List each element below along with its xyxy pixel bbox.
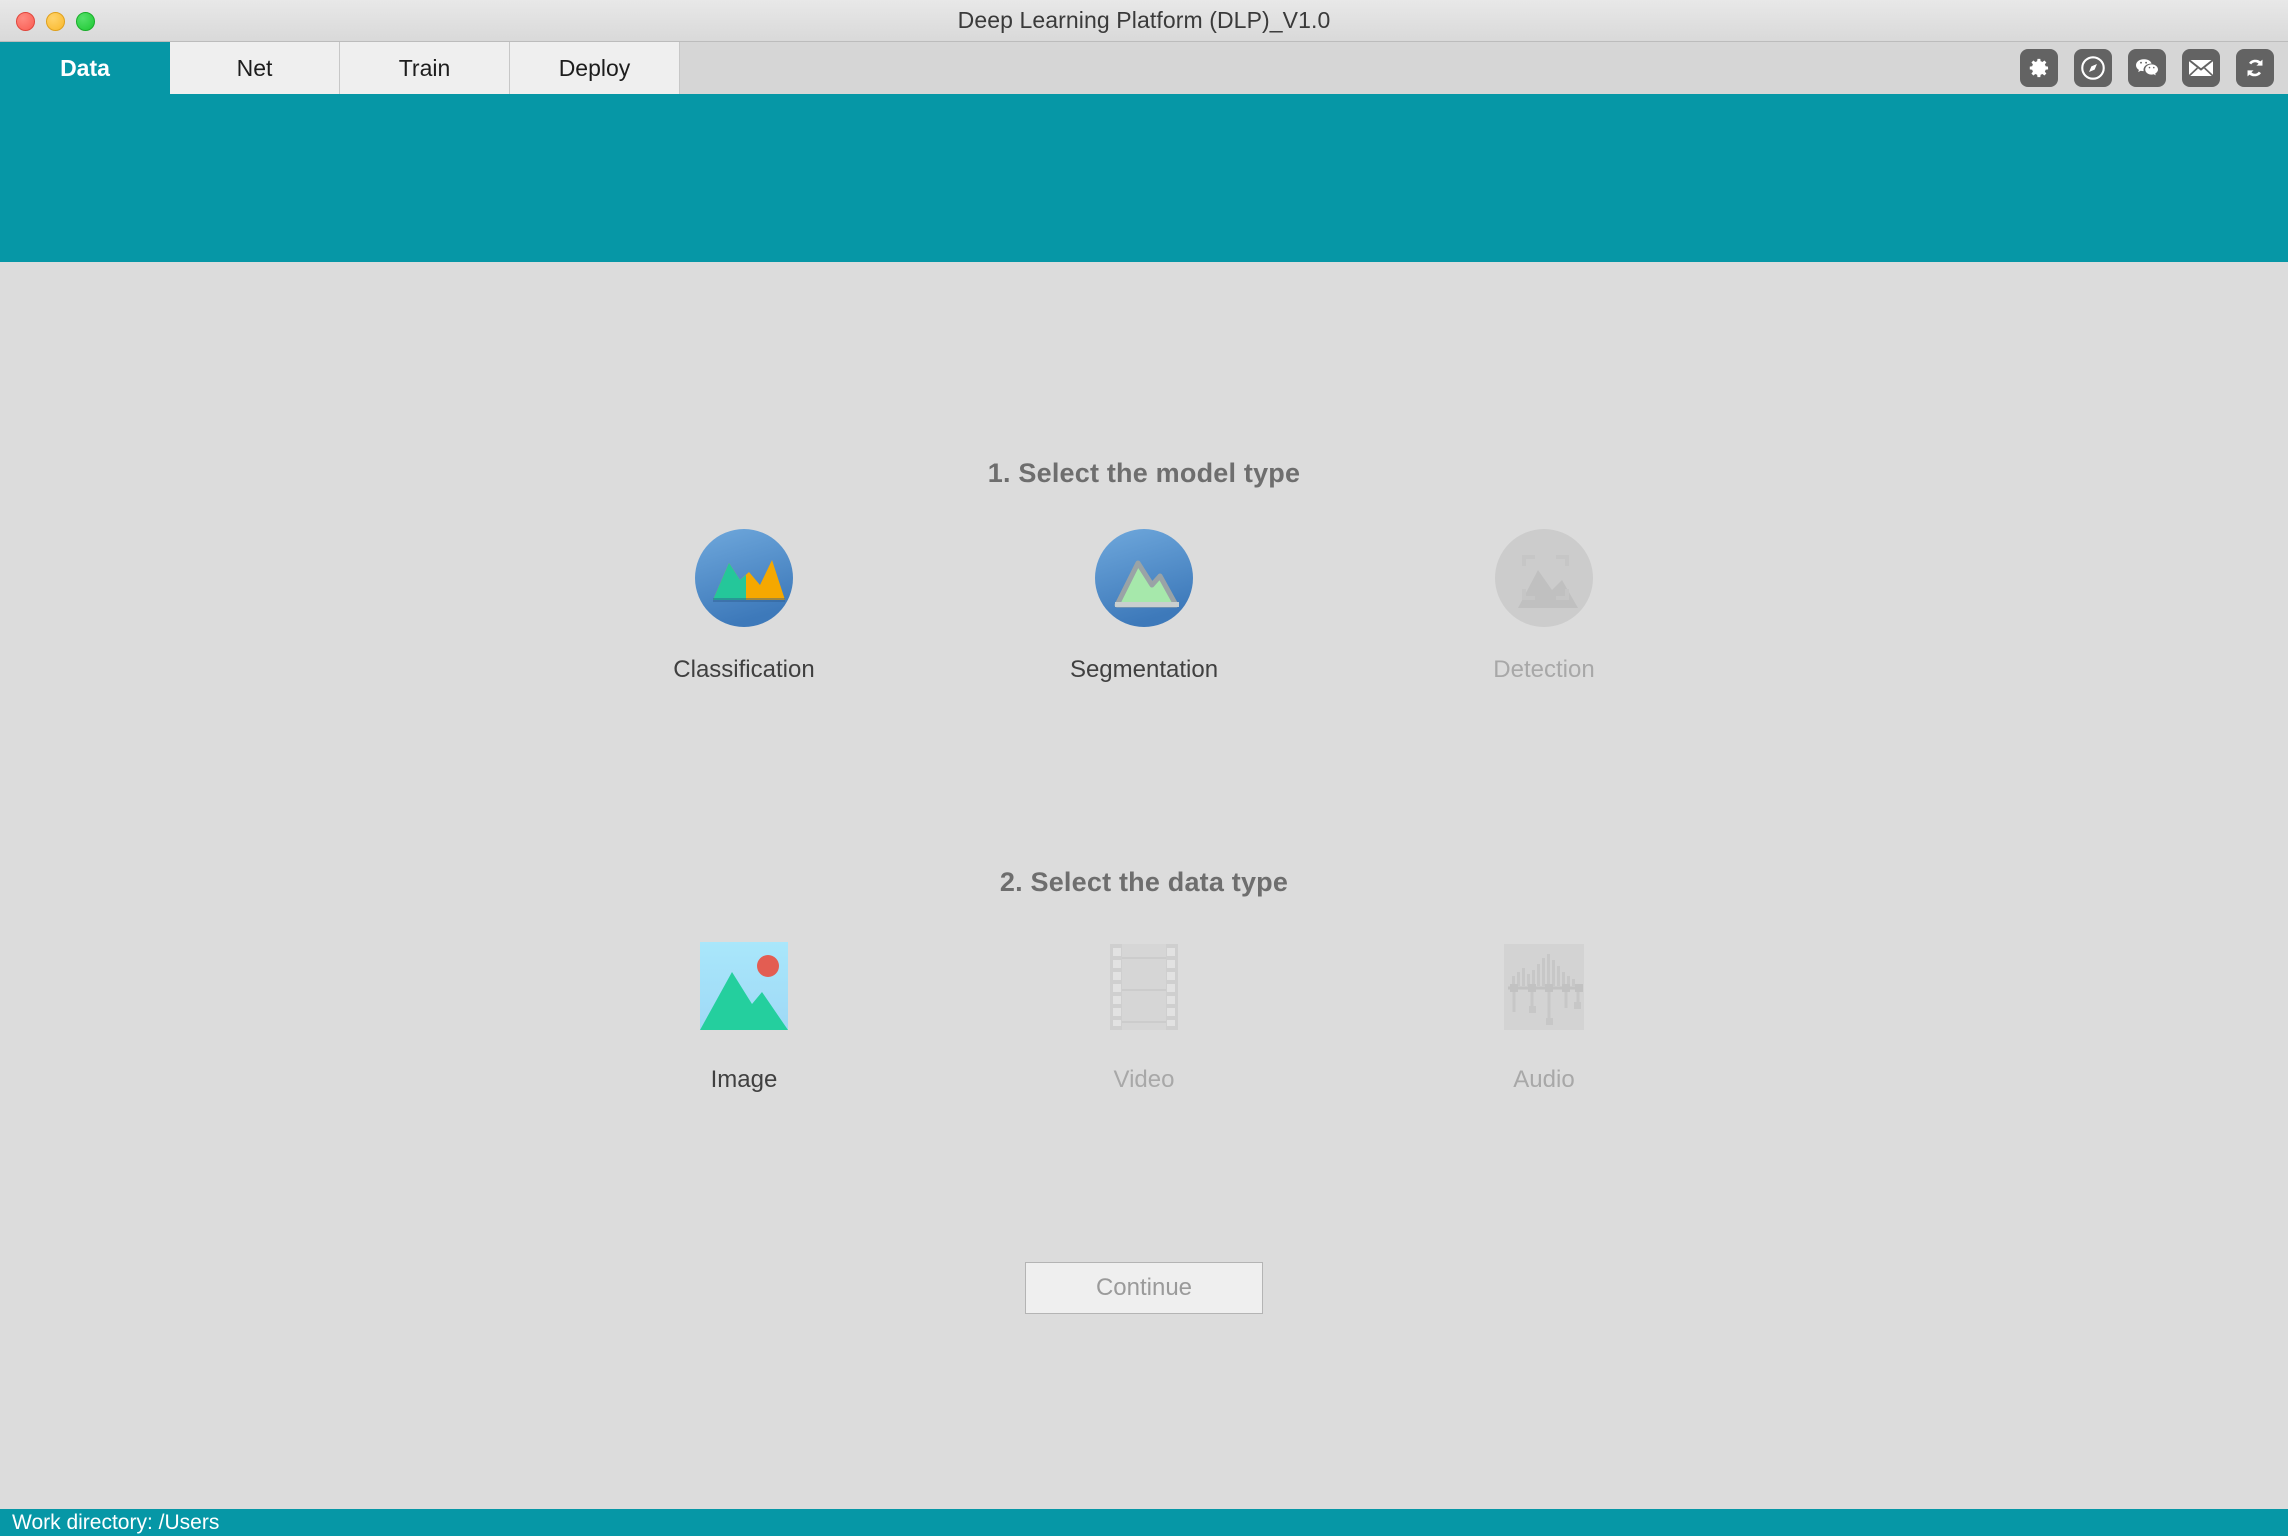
maximize-button[interactable] bbox=[76, 11, 95, 31]
classification-icon bbox=[688, 522, 800, 634]
tab-bar: Data Net Train Deploy bbox=[0, 42, 2288, 94]
option-audio: Audio bbox=[1344, 932, 1744, 1094]
continue-button-wrap: Continue bbox=[0, 1262, 2288, 1314]
option-audio-label: Audio bbox=[1513, 1066, 1575, 1093]
data-type-options: Image Video Audio bbox=[0, 932, 2288, 1094]
tab-data[interactable]: Data bbox=[0, 42, 170, 94]
status-bar: Work directory: /Users bbox=[0, 1509, 2288, 1536]
compass-icon[interactable] bbox=[2074, 49, 2112, 87]
option-segmentation[interactable]: Segmentation bbox=[944, 522, 1344, 684]
tab-net-label: Net bbox=[236, 54, 273, 81]
detection-icon bbox=[1488, 522, 1600, 634]
option-image-label: Image bbox=[710, 1066, 778, 1093]
option-image[interactable]: Image bbox=[544, 932, 944, 1094]
window-title: Deep Learning Platform (DLP)_V1.0 bbox=[957, 7, 1331, 33]
tab-deploy[interactable]: Deploy bbox=[510, 42, 680, 94]
option-classification[interactable]: Classification bbox=[544, 522, 944, 684]
audio-icon bbox=[1488, 932, 1600, 1044]
close-button[interactable] bbox=[16, 11, 35, 31]
tab-net[interactable]: Net bbox=[170, 42, 340, 94]
continue-button[interactable]: Continue bbox=[1025, 1262, 1263, 1314]
wechat-icon[interactable] bbox=[2128, 49, 2166, 87]
image-icon bbox=[688, 932, 800, 1044]
tab-train-label: Train bbox=[398, 54, 451, 81]
tab-deploy-label: Deploy bbox=[558, 54, 631, 81]
work-directory-status: Work directory: /Users bbox=[12, 1510, 220, 1534]
option-video: Video bbox=[944, 932, 1344, 1094]
sync-icon[interactable] bbox=[2236, 49, 2274, 87]
minimize-button[interactable] bbox=[46, 11, 65, 31]
option-segmentation-label: Segmentation bbox=[1069, 656, 1219, 683]
data-type-heading: 2. Select the data type bbox=[999, 867, 1289, 897]
window-titlebar: Deep Learning Platform (DLP)_V1.0 bbox=[0, 0, 2288, 42]
option-classification-label: Classification bbox=[673, 656, 815, 683]
option-detection-label: Detection bbox=[1493, 656, 1595, 683]
toolbar bbox=[2020, 42, 2274, 94]
gear-icon[interactable] bbox=[2020, 49, 2058, 87]
traffic-lights bbox=[16, 0, 95, 42]
main-content: 1. Select the model type Classification … bbox=[0, 262, 2288, 1509]
mail-icon[interactable] bbox=[2182, 49, 2220, 87]
video-icon bbox=[1088, 932, 1200, 1044]
model-type-options: Classification Segmentation Detection bbox=[0, 522, 2288, 684]
option-detection: Detection bbox=[1344, 522, 1744, 684]
teal-banner bbox=[0, 94, 2288, 262]
tab-data-label: Data bbox=[60, 54, 110, 81]
option-video-label: Video bbox=[1113, 1066, 1175, 1093]
segmentation-icon bbox=[1088, 522, 1200, 634]
model-type-heading: 1. Select the model type bbox=[987, 458, 1301, 488]
tab-train[interactable]: Train bbox=[340, 42, 510, 94]
